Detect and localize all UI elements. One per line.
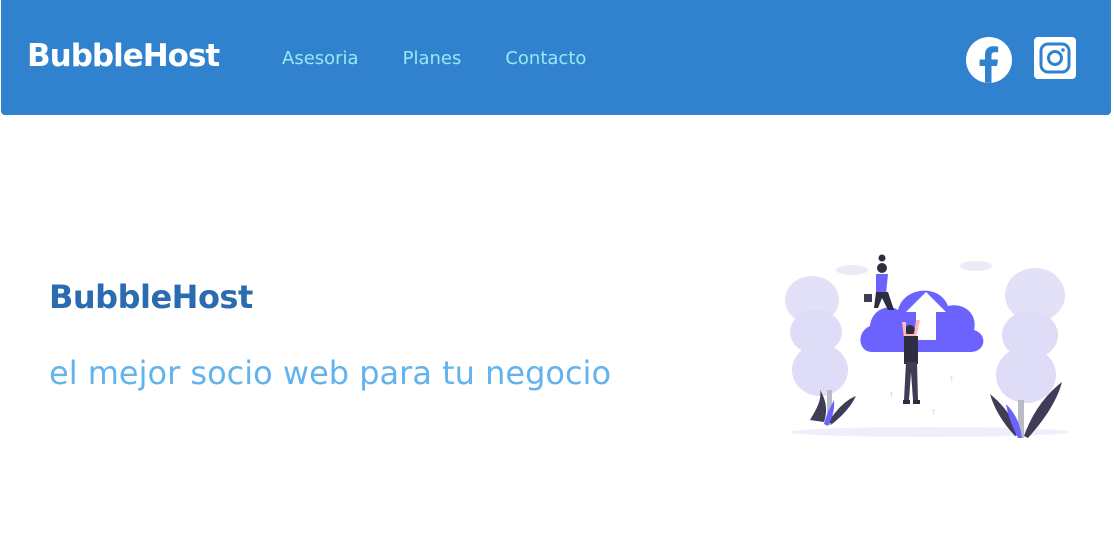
- hero-subtitle: el mejor socio web para tu negocio: [49, 354, 612, 392]
- navbar: BubbleHost Asesoria Planes Contacto: [1, 0, 1111, 115]
- social-links: [965, 36, 1081, 84]
- nav-links: Asesoria Planes Contacto: [282, 48, 586, 69]
- nav-link-planes[interactable]: Planes: [403, 48, 462, 69]
- cloud-upload-illustration: ↑ ↑ ↑: [780, 250, 1080, 450]
- nav-link-asesoria[interactable]: Asesoria: [282, 48, 359, 69]
- instagram-icon[interactable]: [1033, 36, 1081, 84]
- facebook-icon[interactable]: [965, 36, 1013, 84]
- svg-text:↑: ↑: [888, 391, 895, 400]
- brand-logo[interactable]: BubbleHost: [27, 38, 220, 74]
- nav-link-contacto[interactable]: Contacto: [505, 48, 586, 69]
- svg-text:↑: ↑: [930, 408, 937, 417]
- hero-title: BubbleHost: [49, 278, 253, 316]
- svg-text:↑: ↑: [948, 375, 955, 384]
